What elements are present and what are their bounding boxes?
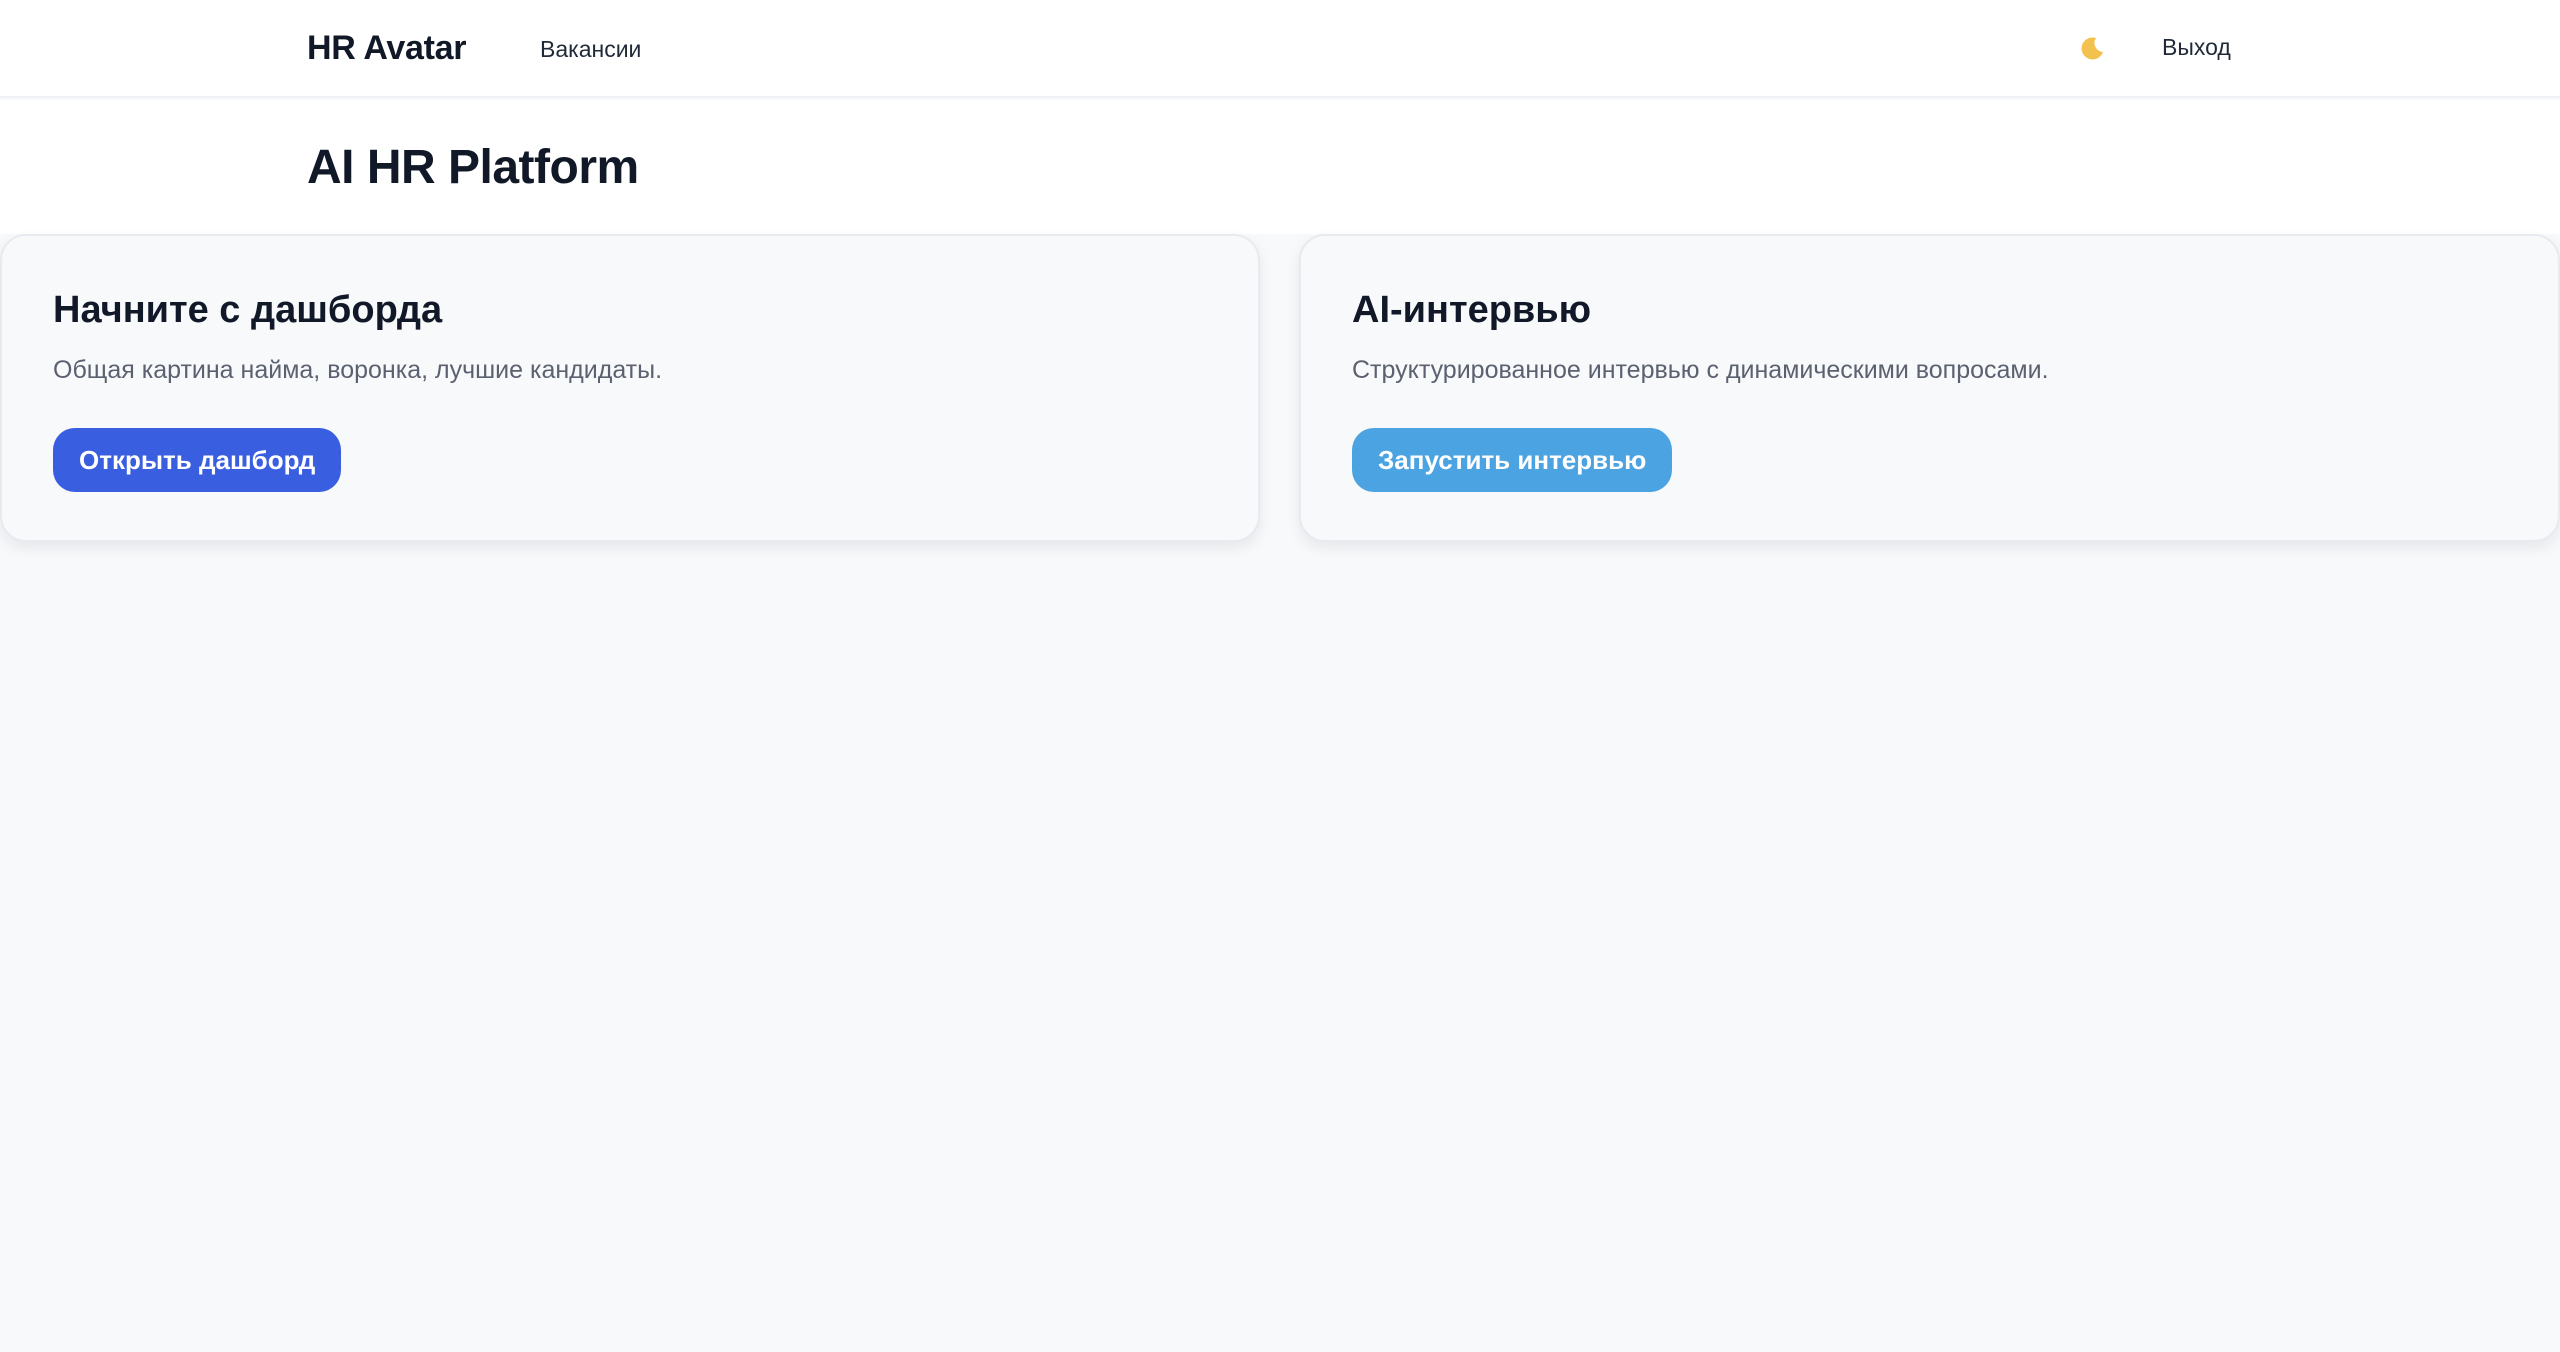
dashboard-card-title: Начните с дашборда [53, 289, 443, 331]
logout-link[interactable]: Выход [2162, 30, 2231, 64]
brand-logo[interactable]: HR Avatar [307, 26, 466, 70]
theme-toggle-button[interactable] [2072, 28, 2112, 68]
ai-interview-card-description: Структурированное интервью с динамически… [1352, 356, 2049, 384]
dashboard-card-description: Общая картина найма, воронка, лучшие кан… [53, 356, 663, 384]
dashboard-card: Начните с дашборда Общая картина найма, … [0, 234, 1260, 542]
top-navigation-bar: HR Avatar Вакансии Выход [0, 0, 2560, 98]
start-interview-button[interactable]: Запустить интервью [1352, 428, 1673, 492]
nav-link-vacancies[interactable]: Вакансии [540, 32, 641, 66]
ai-interview-card-title: AI-интервью [1352, 289, 1592, 331]
page-title: AI HR Platform [307, 141, 639, 194]
moon-icon [2081, 37, 2103, 60]
open-dashboard-button[interactable]: Открыть дашборд [53, 428, 342, 492]
page-header: AI HR Platform [0, 100, 2560, 234]
ai-interview-card: AI-интервью Структурированное интервью с… [1299, 234, 2560, 542]
